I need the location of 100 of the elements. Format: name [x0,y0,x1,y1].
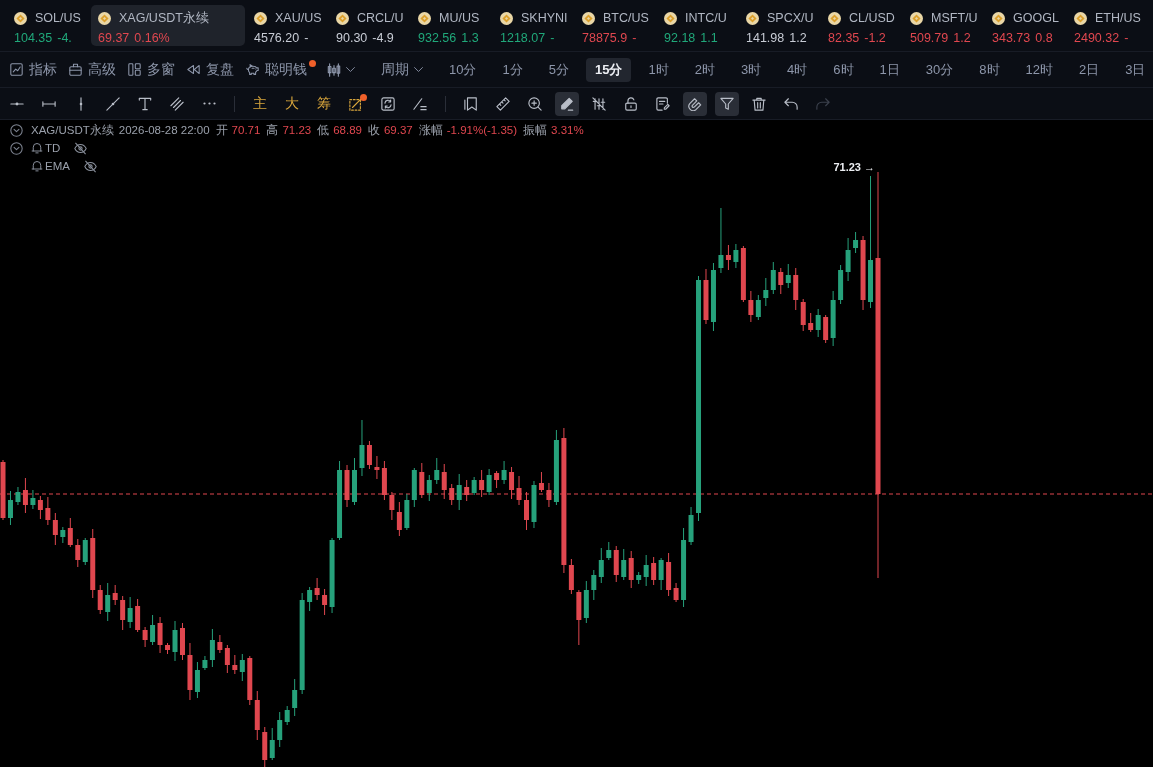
ticker-tab[interactable]: GOOGL 343.73 0.8 [985,5,1067,46]
legend-symbol: XAG/USDT永续 [31,122,114,138]
legend-label: 涨幅 [418,122,443,138]
ticker-tab[interactable]: CRCL/U 90.30 -4.9 [329,5,411,46]
coin-icon [828,11,841,25]
ticker-tab[interactable]: SOL/US 104.35 -4. [7,5,89,46]
interval-tab[interactable]: 10分 [440,57,486,82]
indicator-tool-button[interactable]: 筹 [312,91,336,116]
indicator-name: EMA [45,160,70,172]
interval-tab[interactable]: 3日 [1116,57,1153,82]
indicator-tool-button[interactable]: 大 [280,91,304,116]
indicator-tool-button[interactable]: 主 [248,91,272,116]
ticker-tab[interactable]: XAU/US 4576.20 - [247,5,329,46]
legend-time: 2026-08-28 22:00 [118,124,210,136]
interval-tab[interactable]: 1分 [493,57,532,82]
eye-off-icon[interactable] [83,159,97,173]
ticker-change: 1.1 [700,30,718,46]
ticker-price: 509.79 [910,30,949,46]
chevron-circle-icon[interactable] [10,141,23,155]
legend-label: 低 [317,122,330,138]
ticker-tab[interactable]: MU/US 932.56 1.3 [411,5,493,46]
bell-icon[interactable] [31,142,43,154]
ticker-tab[interactable]: CL/USD 82.35 -1.2 [821,5,903,46]
interval-tab[interactable]: 6时 [824,57,863,82]
coin-icon [98,11,111,25]
interval-tab[interactable]: 3时 [731,57,771,82]
line-chart-icon [10,63,23,76]
interval-tab[interactable]: 2日 [1070,57,1109,82]
interval-tab[interactable]: 15分 [585,57,632,82]
filter-button[interactable] [715,91,739,116]
coin-icon [910,11,923,25]
ticker-change: 0.8 [1035,30,1053,46]
ticker-tab[interactable]: SKHYNI 1218.07 - [493,5,575,46]
ticker-price: 69.37 [98,30,130,46]
interval-tab[interactable]: 12时 [1016,57,1062,82]
eye-off-icon[interactable] [74,141,88,155]
ticker-tab[interactable]: BTC/US 78875.9 - [575,5,657,46]
ticker-change: 1.2 [953,30,971,46]
pencil-button[interactable] [555,91,579,116]
ticker-price: 82.35 [828,30,860,46]
legend-label: 开 [215,122,228,138]
parallel-lines-icon [170,96,184,111]
ticker-change: 1.3 [461,30,479,46]
ticker-price: 104.35 [14,30,53,46]
interval-tab[interactable]: 30分 [916,57,963,82]
indicator-name: TD [45,142,61,154]
coin-icon [1074,11,1087,25]
chevron-circle-icon[interactable] [10,123,23,137]
coin-icon [500,11,513,25]
ellipsis-icon [202,102,216,105]
refresh-square-icon [381,96,395,111]
slope-lines-icon [413,96,427,111]
magnet-button[interactable] [683,91,707,116]
ticker-symbol: SKHYNI [521,10,568,26]
ticker-tab[interactable]: INTC/U 92.18 1.1 [657,5,739,46]
bell-icon[interactable] [31,160,43,172]
coin-icon [664,11,677,25]
ticker-symbol: SPCX/U [767,10,814,26]
ticker-price: 141.98 [746,30,785,46]
chevron-down-icon [346,65,355,74]
menu-button[interactable]: 高级 [68,56,117,83]
ticker-tab[interactable]: XAG/USDT永续 69.37 0.16% [91,5,245,46]
ticker-symbol: INTC/U [685,10,727,26]
period-dropdown[interactable]: 周期 [380,56,424,83]
legend-label: 高 [266,122,279,138]
ticker-price: 4576.20 [254,30,300,46]
ticker-tab[interactable]: ETH/US 2490.32 - [1067,5,1149,46]
interval-tab[interactable]: 5分 [539,57,578,82]
piggy-bank-icon [246,63,259,76]
interval-tab[interactable]: 1日 [870,57,909,82]
ticker-symbol: BTC/US [603,10,649,26]
legend-value: 71.23 [282,124,312,136]
legend-value: 69.37 [383,124,413,136]
ticker-symbol: SOL/US [35,10,81,26]
ticker-symbol: CRCL/U [357,10,404,26]
menu-button[interactable]: 聪明钱 [245,56,316,83]
interval-tab[interactable]: 2时 [685,57,724,82]
ticker-symbol: MU/US [439,10,480,26]
menu-button[interactable]: 多窗 [127,56,176,83]
coin-icon [14,11,27,25]
menu-button[interactable]: 复盘 [186,56,235,83]
candlestick-icon [327,62,341,77]
coin-icon [336,11,349,25]
ticker-symbol: CL/USD [849,10,895,26]
ticker-change: - [1124,30,1129,46]
ticker-change: -4. [57,30,72,46]
ticker-tab[interactable]: SPCX/U 141.98 1.2 [739,5,821,46]
ticker-symbol: XAG/USDT永续 [119,10,209,26]
ticker-tab[interactable]: MSFT/U 509.79 1.2 [903,5,985,46]
coin-icon [582,11,595,25]
ticker-price: 2490.32 [1074,30,1120,46]
interval-tab[interactable]: 4时 [778,57,817,82]
rewind-icon [187,63,200,76]
interval-tab[interactable]: 1时 [639,57,678,82]
ticker-change: - [304,30,309,46]
ticker-change: 0.16% [134,30,170,46]
interval-tab[interactable]: 8时 [970,57,1009,82]
ticker-symbol: GOOGL [1013,10,1059,26]
menu-button[interactable]: 指标 [9,56,58,83]
legend-value: 3.31% [551,124,584,136]
